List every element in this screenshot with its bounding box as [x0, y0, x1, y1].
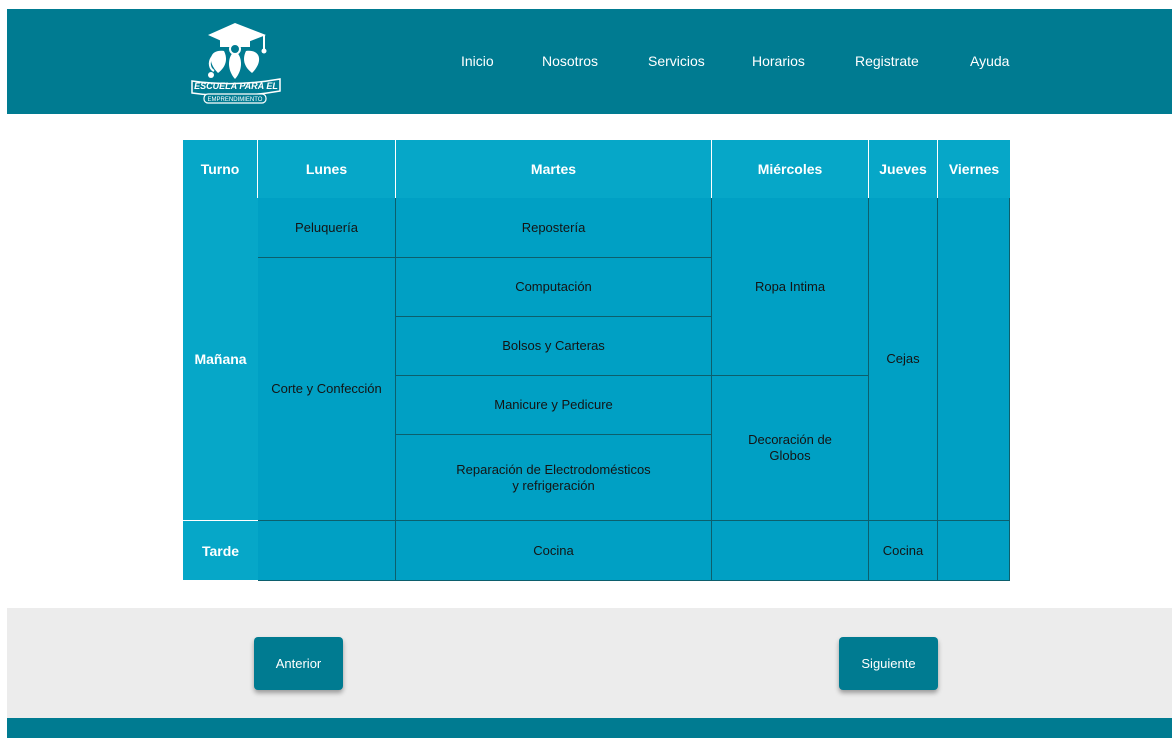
- cell-reparacion: Reparación de Electrodomésticos y refrig…: [396, 435, 712, 521]
- nav-horarios[interactable]: Horarios: [752, 53, 805, 69]
- row-label-tarde: Tarde: [183, 521, 258, 580]
- prev-button[interactable]: Anterior: [254, 637, 343, 690]
- header-jueves: Jueves: [869, 140, 938, 198]
- header-viernes: Viernes: [938, 140, 1010, 198]
- nav-registrate[interactable]: Registrate: [855, 53, 919, 69]
- cell-miercoles-tarde: [712, 521, 869, 581]
- site-header: ESCUELA PARA EL EMPRENDIMIENTO Inicio No…: [7, 9, 1172, 114]
- nav-nosotros[interactable]: Nosotros: [542, 53, 598, 69]
- pagination-band: [7, 608, 1172, 718]
- cell-peluqueria: Peluquería: [258, 198, 396, 258]
- cell-manicure-pedicure: Manicure y Pedicure: [396, 376, 712, 435]
- nav-servicios[interactable]: Servicios: [648, 53, 705, 69]
- header-miercoles: Miércoles: [712, 140, 869, 198]
- cell-ropa-intima: Ropa Intima: [712, 198, 869, 376]
- cell-decoracion-globos: Decoración de Globos: [712, 376, 869, 521]
- site-footer: [7, 718, 1172, 738]
- schedule-table: Turno Lunes Martes Miércoles Jueves Vier…: [183, 140, 1010, 581]
- header-lunes: Lunes: [258, 140, 396, 198]
- cell-cejas: Cejas: [869, 198, 938, 521]
- next-button[interactable]: Siguiente: [839, 637, 938, 690]
- cell-viernes-tarde: [938, 521, 1010, 581]
- cell-corte-confeccion: Corte y Confección: [258, 258, 396, 521]
- cell-reposteria: Repostería: [396, 198, 712, 258]
- cell-lunes-tarde: [258, 521, 396, 581]
- nav-inicio[interactable]: Inicio: [461, 53, 494, 69]
- cell-viernes-manana: [938, 198, 1010, 521]
- main-nav: Inicio Nosotros Servicios Horarios Regis…: [7, 9, 1172, 114]
- cell-cocina-jueves: Cocina: [869, 521, 938, 581]
- nav-ayuda[interactable]: Ayuda: [970, 53, 1009, 69]
- row-label-manana: Mañana: [183, 198, 258, 521]
- header-turno: Turno: [183, 140, 258, 198]
- cell-computacion: Computación: [396, 258, 712, 317]
- cell-cocina-martes: Cocina: [396, 521, 712, 581]
- header-martes: Martes: [396, 140, 712, 198]
- cell-bolsos-carteras: Bolsos y Carteras: [396, 317, 712, 376]
